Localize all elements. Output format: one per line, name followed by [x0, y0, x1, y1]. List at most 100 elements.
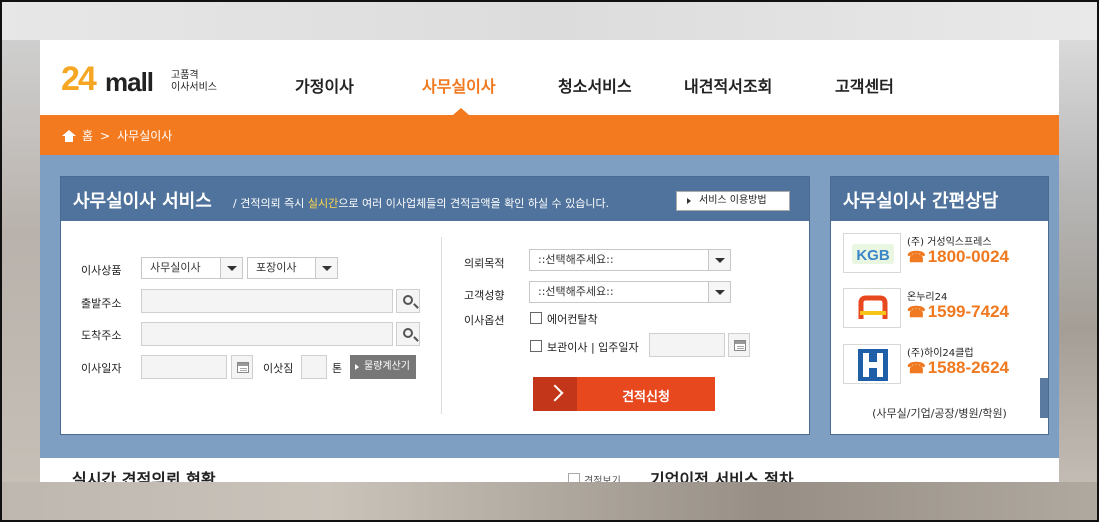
product-select-1-value: 사무실이사 — [150, 261, 201, 274]
quote-form-desc: / 견적의뢰 즉시 실시간으로 여러 이사업체들의 견적금액을 확인 하실 수 … — [233, 195, 609, 211]
date-input[interactable] — [141, 355, 227, 379]
date-label: 이사일자 — [81, 362, 122, 375]
quote-view-icon — [568, 473, 580, 482]
tendency-label: 고객성향 — [464, 289, 505, 302]
from-address-label: 출발주소 — [81, 297, 122, 310]
corporate-move-procedure-title: 기업이전 서비스 절차 — [650, 470, 794, 482]
scrollbar[interactable] — [1040, 378, 1048, 418]
chevron-down-icon — [708, 250, 730, 270]
tendency-select-value: ::선택해주세요:: — [538, 285, 614, 298]
quote-form-header: 사무실이사 서비스 / 견적의뢰 즉시 실시간으로 여러 이사업체들의 견적금액… — [61, 177, 809, 221]
calendar-icon — [734, 340, 746, 351]
aircon-checkbox[interactable] — [530, 312, 542, 324]
load-label: 이삿짐 — [263, 362, 294, 375]
move-in-date-input[interactable] — [649, 333, 725, 357]
option-label: 이사옵션 — [464, 314, 505, 327]
from-address-input[interactable] — [141, 289, 393, 313]
background-right — [1059, 40, 1099, 522]
company-phone-number: 1588-2624 — [927, 358, 1009, 377]
company-phone[interactable]: ☎ 1800-0024 — [907, 247, 1009, 267]
date-calendar-button[interactable] — [231, 355, 253, 379]
product-select-2[interactable]: 포장이사 — [247, 257, 338, 279]
breadcrumb: 홈 > 사무실이사 — [62, 127, 172, 144]
hi24-logo — [843, 344, 901, 384]
realtime-status-title: 실시간 견적의뢰 현황 — [72, 470, 216, 482]
chevron-down-icon — [315, 258, 337, 278]
logo-number: 24 — [61, 60, 97, 98]
background-left — [0, 40, 40, 522]
storage-checkbox[interactable] — [530, 340, 542, 352]
company-phone-number: 1599-7424 — [927, 302, 1009, 321]
page: 24 mall 고품격 이사서비스 가정이사 사무실이사 청소서비스 내견적서조… — [40, 40, 1059, 482]
submit-quote-button[interactable]: 견적신청 — [533, 377, 715, 411]
company-name: (주)하이24클럽 — [907, 348, 974, 359]
quick-consult-header: 사무실이사 간편상담 — [831, 177, 1048, 221]
search-icon — [403, 295, 413, 305]
company-phone[interactable]: ☎ 1588-2624 — [907, 358, 1009, 378]
load-ton-input[interactable] — [301, 355, 327, 379]
to-address-label: 도착주소 — [81, 329, 122, 342]
company-name: (주) 거성익스프레스 — [907, 237, 992, 248]
nav-home-moving[interactable]: 가정이사 — [295, 73, 354, 97]
breadcrumb-home[interactable]: 홈 — [82, 127, 93, 144]
quick-consult-footer: (사무실/기업/공장/병원/학원) — [872, 407, 1007, 420]
product-select-1[interactable]: 사무실이사 — [141, 257, 243, 279]
nav-active-caret — [453, 108, 469, 115]
volume-calculator-button[interactable]: 물량계산기 — [350, 355, 416, 379]
chevron-down-icon — [220, 258, 242, 278]
company-phone-number: 1800-0024 — [927, 247, 1009, 266]
quick-consult-panel: 사무실이사 간편상담 KGB (주) 거성익스프레스 ☎ 1800-0024 온… — [830, 176, 1049, 435]
nav-my-quote[interactable]: 내견적서조회 — [684, 73, 772, 97]
storage-option-label: 보관이사 | 입주일자 — [547, 341, 639, 354]
from-address-search-button[interactable] — [396, 289, 420, 313]
company-name: 온누리24 — [907, 292, 948, 303]
breadcrumb-bar: 홈 > 사무실이사 — [40, 115, 1059, 155]
breadcrumb-separator: > — [100, 128, 111, 143]
chevron-right-icon — [533, 377, 577, 411]
phone-icon: ☎ — [907, 304, 926, 321]
home-icon[interactable] — [62, 129, 76, 142]
quote-form-panel: 사무실이사 서비스 / 견적의뢰 즉시 실시간으로 여러 이사업체들의 견적금액… — [60, 176, 810, 435]
calendar-icon — [237, 362, 249, 373]
purpose-select[interactable]: ::선택해주세요:: — [529, 249, 731, 271]
ton-unit: 톤 — [332, 362, 343, 375]
company-item[interactable]: KGB (주) 거성익스프레스 ☎ 1800-0024 — [843, 233, 1043, 277]
site-logo[interactable]: 24 mall 고품격 이사서비스 — [61, 60, 231, 100]
search-icon — [403, 328, 413, 338]
nav-office-moving[interactable]: 사무실이사 — [422, 73, 496, 97]
desc-post: 으로 여러 이사업체들의 견적금액을 확인 하실 수 있습니다. — [338, 197, 610, 210]
submit-quote-label: 견적신청 — [622, 390, 670, 405]
form-divider — [441, 237, 442, 414]
phone-icon: ☎ — [907, 249, 926, 266]
purpose-label: 의뢰목적 — [464, 257, 505, 270]
company-item[interactable]: (주)하이24클럽 ☎ 1588-2624 — [843, 344, 1043, 388]
background-bottom — [0, 482, 1099, 522]
kgb-logo: KGB — [843, 233, 901, 273]
company-item[interactable]: 온누리24 ☎ 1599-7424 — [843, 288, 1043, 332]
phone-icon: ☎ — [907, 360, 926, 377]
service-guide-button[interactable]: 서비스 이용방법 — [676, 191, 790, 211]
nav-customer-center[interactable]: 고객센터 — [835, 73, 894, 97]
purpose-select-value: ::선택해주세요:: — [538, 253, 614, 266]
product-select-2-value: 포장이사 — [256, 261, 297, 274]
to-address-search-button[interactable] — [396, 322, 420, 346]
aircon-option-label: 에어컨탈착 — [547, 313, 598, 326]
quote-form-title: 사무실이사 서비스 — [73, 191, 212, 212]
to-address-input[interactable] — [141, 322, 393, 346]
logo-sub-line1: 고품격 — [171, 70, 199, 81]
background-top — [0, 0, 1099, 40]
nav-cleaning[interactable]: 청소서비스 — [558, 73, 632, 97]
move-in-calendar-button[interactable] — [728, 333, 750, 357]
quote-view-link[interactable]: 견적보기 — [584, 472, 621, 482]
kgb-logo-text: KGB — [856, 247, 890, 264]
desc-highlight: 실시간 — [307, 197, 339, 210]
logo-sub-line2: 이사서비스 — [171, 82, 217, 93]
chevron-down-icon — [708, 282, 730, 302]
company-phone[interactable]: ☎ 1599-7424 — [907, 302, 1009, 322]
onnuri-logo — [843, 288, 901, 328]
logo-subtitle: 고품격 이사서비스 — [171, 70, 217, 94]
tendency-select[interactable]: ::선택해주세요:: — [529, 281, 731, 303]
content-area: 사무실이사 서비스 / 견적의뢰 즉시 실시간으로 여러 이사업체들의 견적금액… — [40, 155, 1059, 458]
breadcrumb-current: 사무실이사 — [117, 129, 173, 143]
logo-mall: mall — [105, 67, 154, 97]
